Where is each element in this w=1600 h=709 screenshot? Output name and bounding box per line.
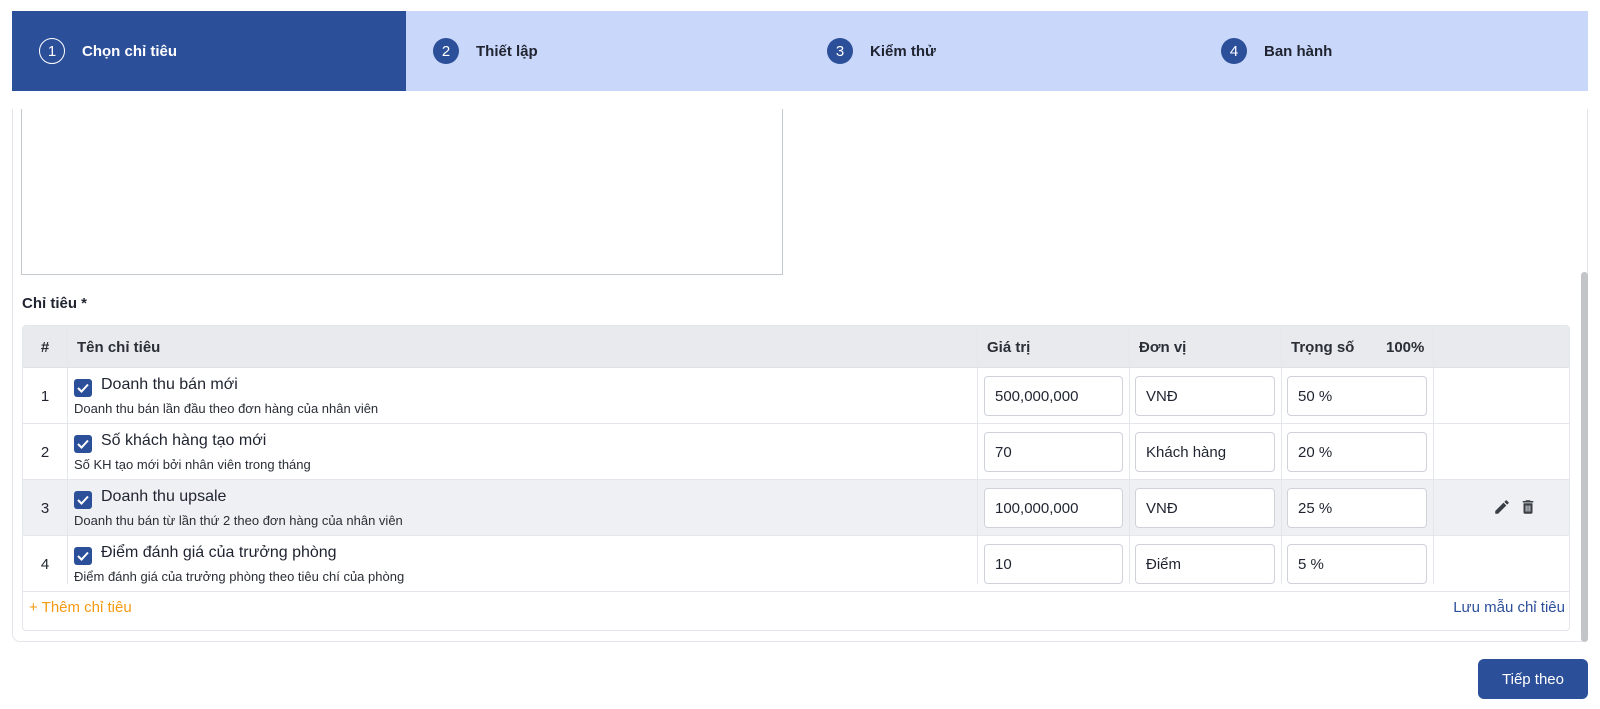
column-divider <box>977 326 978 584</box>
step-publish[interactable]: 4 Ban hành <box>1194 11 1588 91</box>
table-header: # Tên chỉ tiêu Giá trị Đơn vị Trọng số 1… <box>23 326 1569 368</box>
table-footer: + Thêm chỉ tiêu Lưu mẫu chỉ tiêu <box>23 584 1569 630</box>
value-input[interactable]: 500,000,000 <box>984 376 1123 416</box>
unit-input[interactable]: VNĐ <box>1135 488 1275 528</box>
check-icon <box>77 551 89 561</box>
header-name: Tên chỉ tiêu <box>77 338 161 356</box>
step-label: Kiểm thử <box>870 42 936 60</box>
weight-input[interactable]: 20 % <box>1287 432 1427 472</box>
kpi-name: Số khách hàng tạo mới <box>101 432 267 449</box>
unit-input[interactable]: Khách hàng <box>1135 432 1275 472</box>
row-index: 3 <box>40 499 50 517</box>
value-input[interactable]: 70 <box>984 432 1123 472</box>
step-number: 4 <box>1221 38 1247 64</box>
row-checkbox[interactable] <box>74 379 92 397</box>
scrollbar-thumb[interactable] <box>1581 272 1588 642</box>
step-label: Chọn chỉ tiêu <box>82 42 177 60</box>
unit-input[interactable]: Điểm <box>1135 544 1275 584</box>
row-index: 2 <box>40 443 50 461</box>
check-icon <box>77 383 89 393</box>
step-number: 1 <box>39 38 65 64</box>
header-index: # <box>40 338 50 356</box>
kpi-description: Doanh thu bán từ lần thứ 2 theo đơn hàng… <box>74 513 403 528</box>
column-divider <box>1433 326 1434 584</box>
column-divider <box>1129 326 1130 584</box>
description-textarea[interactable] <box>21 109 783 275</box>
row-index: 1 <box>40 387 50 405</box>
kpi-description: Doanh thu bán lần đầu theo đơn hàng của … <box>74 401 379 416</box>
kpi-name: Điểm đánh giá của trưởng phòng <box>101 544 337 561</box>
table-row: 1 Doanh thu bán mới Doanh thu bán lần đầ… <box>23 368 1569 424</box>
kpi-description: Điểm đánh giá của trưởng phòng theo tiêu… <box>74 569 405 584</box>
edit-icon[interactable] <box>1493 498 1511 521</box>
kpi-description: Số KH tạo mới bởi nhân viên trong tháng <box>74 457 311 472</box>
step-setup[interactable]: 2 Thiết lập <box>406 11 800 91</box>
check-icon <box>77 439 89 449</box>
table-row: 2 Số khách hàng tạo mới Số KH tạo mới bở… <box>23 424 1569 480</box>
step-number: 3 <box>827 38 853 64</box>
weight-input[interactable]: 50 % <box>1287 376 1427 416</box>
header-weight-total: 100% <box>1386 338 1425 356</box>
check-icon <box>77 495 89 505</box>
step-number: 2 <box>433 38 459 64</box>
header-value: Giá trị <box>987 338 1031 356</box>
weight-input[interactable]: 5 % <box>1287 544 1427 584</box>
value-input[interactable]: 10 <box>984 544 1123 584</box>
save-template-link[interactable]: Lưu mẫu chỉ tiêu <box>1453 599 1565 616</box>
stepper: 1 Chọn chỉ tiêu 2 Thiết lập 3 Kiểm thử 4… <box>12 11 1588 91</box>
header-unit: Đơn vị <box>1139 338 1187 356</box>
column-divider <box>67 326 68 584</box>
step-label: Ban hành <box>1264 42 1333 60</box>
kpi-name: Doanh thu bán mới <box>101 376 238 393</box>
table-row: 3 Doanh thu upsale Doanh thu bán từ lần … <box>23 480 1569 536</box>
kpi-name: Doanh thu upsale <box>101 488 227 505</box>
step-label: Thiết lập <box>476 42 538 60</box>
kpi-table: # Tên chỉ tiêu Giá trị Đơn vị Trọng số 1… <box>22 325 1570 631</box>
step-test[interactable]: 3 Kiểm thử <box>800 11 1194 91</box>
section-title: Chỉ tiêu * <box>22 295 88 312</box>
next-button[interactable]: Tiếp theo <box>1478 659 1588 699</box>
row-checkbox[interactable] <box>74 491 92 509</box>
add-kpi-link[interactable]: + Thêm chỉ tiêu <box>29 599 132 616</box>
column-divider <box>1281 326 1282 584</box>
value-input[interactable]: 100,000,000 <box>984 488 1123 528</box>
unit-input[interactable]: VNĐ <box>1135 376 1275 416</box>
row-checkbox[interactable] <box>74 547 92 565</box>
trash-icon[interactable] <box>1519 498 1537 521</box>
header-weight: Trọng số <box>1291 338 1355 356</box>
row-actions <box>1493 498 1537 521</box>
row-checkbox[interactable] <box>74 435 92 453</box>
step-select-kpi[interactable]: 1 Chọn chỉ tiêu <box>12 11 406 91</box>
weight-input[interactable]: 25 % <box>1287 488 1427 528</box>
